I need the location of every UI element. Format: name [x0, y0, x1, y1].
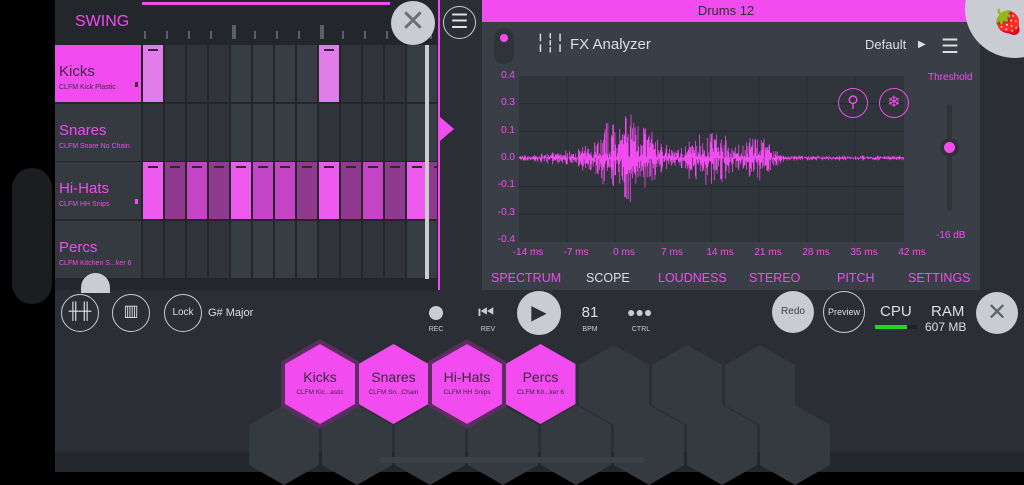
home-indicator[interactable]: [380, 457, 644, 463]
pad-sample: CLFM Kit...ker 6: [506, 389, 576, 396]
pad-name: Snares: [359, 369, 429, 385]
pad-name: Percs: [506, 369, 576, 385]
pad-sample: CLFM Kic...astic: [285, 389, 355, 396]
pad-name: Hi-Hats: [432, 369, 502, 385]
pad-sample: CLFM HH Snips: [432, 389, 502, 396]
pad-sample: CLFM Sn...Chain: [359, 389, 429, 396]
pad-name: Kicks: [285, 369, 355, 385]
